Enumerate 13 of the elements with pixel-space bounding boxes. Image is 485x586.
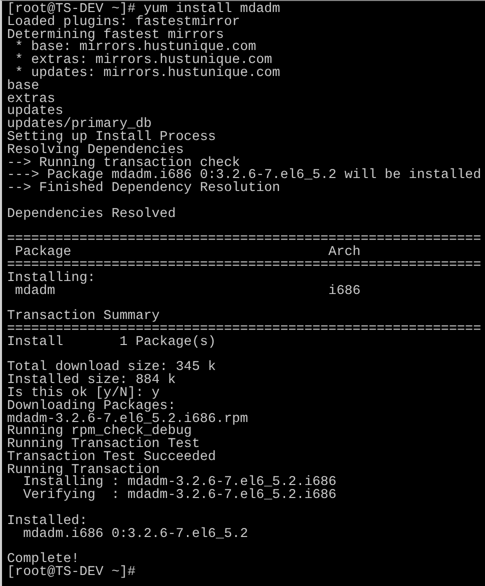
terminal-line: * updates: mirrors.hustunique.com: [15, 68, 280, 81]
terminal-line: --> Finished Dependency Resolution: [7, 183, 280, 196]
terminal-line: mdadm i686: [15, 286, 361, 298]
terminal-line: [root@TS-DEV ~]#: [7, 567, 136, 580]
terminal-line: Install 1 Package(s): [7, 336, 216, 350]
terminal-line: base: [7, 80, 40, 94]
terminal-line: Package Arch: [14, 247, 361, 260]
terminal-line: mdadm.i686 0:3.2.6-7.el6_5.2: [22, 528, 248, 542]
terminal-line: mdadm-3.2.6-7.el6_5.2.i686.rpm: [7, 414, 248, 426]
terminal-line: Verifying : mdadm-3.2.6-7.el6_5.2.i686: [22, 490, 336, 504]
terminal-line: Transaction Summary: [7, 311, 160, 324]
terminal-line: Dependencies Resolved: [7, 208, 176, 222]
terminal-line: Downloading Packages:: [7, 400, 176, 414]
